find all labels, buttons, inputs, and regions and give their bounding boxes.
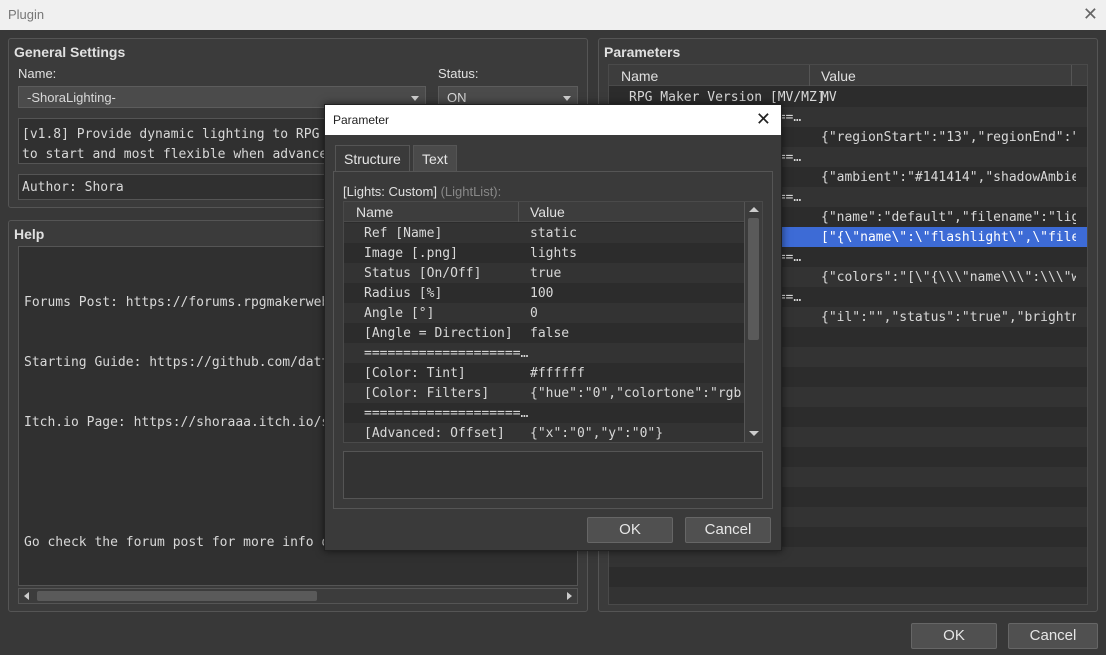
tab-structure[interactable]: Structure: [335, 145, 410, 172]
cancel-button[interactable]: Cancel: [1008, 623, 1098, 649]
name-select-value: -ShoraLighting-: [27, 90, 116, 105]
window-titlebar: Plugin ✕: [0, 0, 1106, 30]
struct-description-box: [343, 451, 763, 499]
dialog-title: Parameter: [333, 113, 390, 127]
dialog-cancel-button[interactable]: Cancel: [685, 517, 771, 543]
parameters-list-header: Name Value: [609, 65, 1087, 86]
column-header-value[interactable]: Value: [530, 204, 565, 220]
struct-param-value: false: [530, 326, 570, 341]
struct-param-name: Image [.png]: [364, 246, 458, 261]
general-settings-title: General Settings: [14, 44, 126, 60]
scrollbar-thumb[interactable]: [37, 591, 317, 601]
struct-caption-name: [Lights: Custom]: [343, 184, 437, 199]
parameters-title: Parameters: [604, 44, 681, 60]
tab-text[interactable]: Text: [413, 145, 457, 171]
struct-param-value: 0: [530, 306, 538, 321]
struct-params-table[interactable]: Name Value Ref [Name] static Image [.png] l…: [343, 201, 763, 443]
scrollbar-thumb[interactable]: [748, 218, 759, 340]
struct-param-value: #ffffff: [530, 366, 585, 381]
struct-row[interactable]: [Advanced: Offset] {"x":"0","y":"0"}: [344, 423, 745, 442]
struct-param-name: Angle [°]: [364, 306, 435, 321]
author-text: Author: Shora: [22, 180, 124, 195]
scroll-right-icon[interactable]: [567, 592, 572, 600]
column-header-name[interactable]: Name: [621, 68, 658, 84]
struct-row[interactable]: ====================…: [344, 343, 745, 363]
parameter-value: {"ambient":"#141414","shadowAmbien…: [821, 170, 1076, 185]
struct-row[interactable]: Status [On/Off] true: [344, 263, 745, 283]
parameter-value: {"regionStart":"13","regionEnd":"1…: [821, 130, 1076, 145]
struct-param-name: [Advanced: Offset]: [364, 426, 505, 441]
dialog-close-icon[interactable]: ✕: [756, 109, 771, 130]
window-close-icon[interactable]: ✕: [1083, 4, 1098, 24]
parameter-dialog: Parameter ✕ Structure Text [Lights: Cust…: [324, 104, 782, 551]
struct-param-value: lights: [530, 246, 577, 261]
help-title: Help: [14, 226, 45, 242]
parameter-name: RPG Maker Version [MV/MZ]: [629, 90, 825, 105]
struct-row[interactable]: [Angle = Direction] false: [344, 323, 745, 343]
struct-param-name: Status [On/Off]: [364, 266, 482, 281]
window-title: Plugin: [8, 7, 45, 22]
struct-param-name: ====================…: [364, 346, 529, 361]
struct-param-value: 100: [530, 286, 554, 301]
scroll-down-icon[interactable]: [749, 431, 759, 436]
status-label: Status:: [438, 66, 479, 81]
struct-param-name: [Angle = Direction]: [364, 326, 513, 341]
parameter-value: {"il":"","status":"true","brightne…: [821, 310, 1076, 325]
chevron-down-icon: [411, 96, 419, 101]
parameter-value: ["{\"name\":\"flashlight\",\"filen…: [821, 230, 1076, 245]
parameter-row[interactable]: [609, 587, 1087, 604]
scroll-left-icon[interactable]: [24, 592, 29, 600]
struct-caption: [Lights: Custom] (LightList):: [343, 184, 501, 199]
dialog-ok-button[interactable]: OK: [587, 517, 673, 543]
chevron-down-icon: [563, 96, 571, 101]
struct-table-header: Name Value: [344, 202, 745, 222]
struct-row[interactable]: Image [.png] lights: [344, 243, 745, 263]
struct-param-name: [Color: Tint]: [364, 366, 466, 381]
struct-vertical-scrollbar[interactable]: [744, 202, 762, 442]
parameter-row[interactable]: [609, 567, 1087, 587]
struct-row[interactable]: Ref [Name] static: [344, 223, 745, 243]
ok-button[interactable]: OK: [911, 623, 997, 649]
struct-param-value: true: [530, 266, 562, 281]
column-header-name[interactable]: Name: [356, 204, 393, 220]
parameter-value: {"colors":"[\"{\\\"name\\\":\\\"wh…: [821, 270, 1076, 285]
name-label: Name:: [18, 66, 57, 81]
status-select-value: ON: [447, 90, 467, 105]
struct-caption-type: (LightList):: [440, 184, 502, 199]
struct-param-value: {"x":"0","y":"0"}: [530, 426, 664, 441]
struct-param-name: Radius [%]: [364, 286, 443, 301]
struct-param-name: Ref [Name]: [364, 226, 443, 241]
dialog-titlebar: Parameter ✕: [325, 105, 781, 135]
struct-param-name: ====================…: [364, 406, 529, 421]
help-horizontal-scrollbar[interactable]: [18, 588, 578, 604]
struct-param-value: static: [530, 226, 577, 241]
struct-row[interactable]: Radius [%] 100: [344, 283, 745, 303]
struct-param-value: {"hue":"0","colortone":"rgba(…: [530, 386, 742, 401]
struct-row[interactable]: [Color: Tint] #ffffff: [344, 363, 745, 383]
parameter-value: MV: [821, 90, 837, 105]
column-header-value[interactable]: Value: [821, 68, 856, 84]
parameter-value: {"name":"default","filename":"ligh…: [821, 210, 1076, 225]
struct-param-name: [Color: Filters]: [364, 386, 490, 401]
struct-row[interactable]: Angle [°] 0: [344, 303, 745, 323]
struct-row[interactable]: [Color: Filters] {"hue":"0","colortone":"…: [344, 383, 745, 403]
scroll-up-icon[interactable]: [749, 207, 759, 212]
struct-row[interactable]: ====================…: [344, 403, 745, 423]
